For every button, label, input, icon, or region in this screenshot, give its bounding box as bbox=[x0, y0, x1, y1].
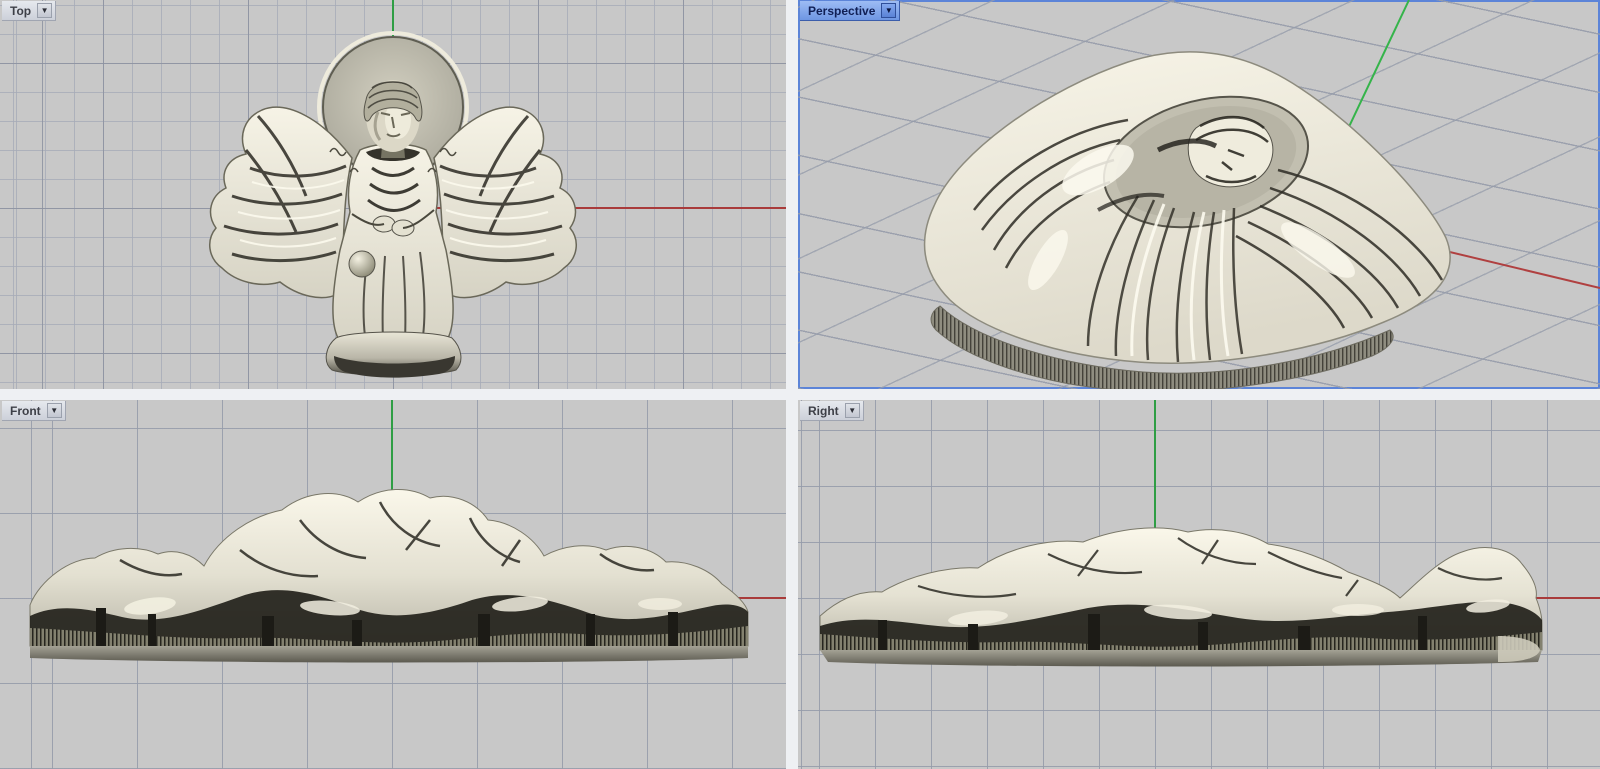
viewport-title-front[interactable]: Front ▼ bbox=[2, 401, 66, 421]
slab-bottom-edge bbox=[30, 646, 748, 663]
scene-right bbox=[798, 400, 1600, 769]
angel-body bbox=[333, 144, 453, 347]
base-mound bbox=[326, 332, 461, 378]
viewport-title-label: Perspective bbox=[808, 4, 875, 18]
viewport-menu-arrow-icon[interactable]: ▼ bbox=[845, 403, 860, 418]
orb bbox=[349, 251, 375, 277]
wing-right bbox=[434, 107, 576, 297]
scene-front bbox=[0, 400, 786, 769]
viewport-menu-arrow-icon[interactable]: ▼ bbox=[37, 3, 52, 18]
viewport-front[interactable]: Front ▼ bbox=[0, 400, 786, 769]
viewport-menu-arrow-icon[interactable]: ▼ bbox=[47, 403, 62, 418]
scene-perspective bbox=[798, 0, 1600, 389]
wing-left bbox=[210, 107, 352, 297]
viewport-menu-arrow-icon[interactable]: ▼ bbox=[881, 3, 896, 18]
scene-top bbox=[0, 0, 786, 389]
model-angel-perspective-view[interactable] bbox=[925, 52, 1450, 389]
viewport-top[interactable]: Top ▼ bbox=[0, 0, 786, 389]
viewport-title-top[interactable]: Top ▼ bbox=[2, 1, 56, 21]
viewport-title-right[interactable]: Right ▼ bbox=[800, 401, 864, 421]
viewport-title-perspective[interactable]: Perspective ▼ bbox=[800, 1, 900, 21]
slab-bottom-edge bbox=[820, 650, 1542, 667]
viewport-right[interactable]: Right ▼ bbox=[798, 400, 1600, 769]
viewport-perspective[interactable]: Perspective ▼ bbox=[798, 0, 1600, 389]
viewport-title-label: Top bbox=[10, 4, 31, 18]
model-angel-top-view[interactable] bbox=[210, 33, 577, 378]
viewport-title-label: Front bbox=[10, 404, 41, 418]
model-angel-right-view[interactable] bbox=[820, 528, 1542, 667]
model-angel-front-view[interactable] bbox=[30, 489, 748, 662]
viewport-title-label: Right bbox=[808, 404, 839, 418]
